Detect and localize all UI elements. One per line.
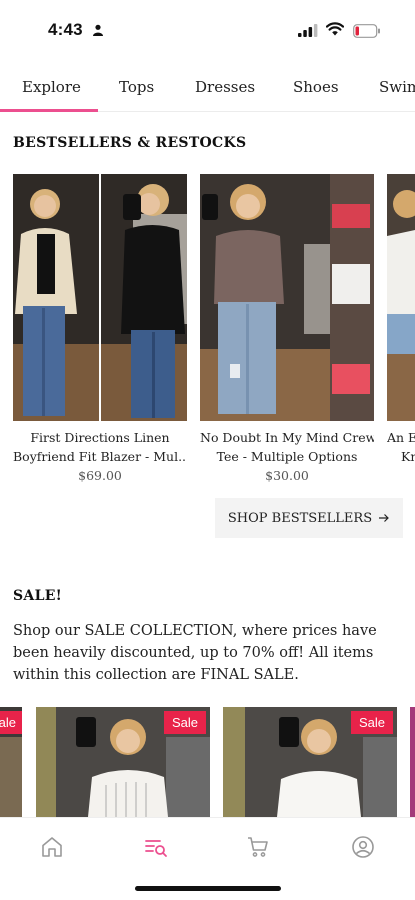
sale-badge: Sale	[350, 711, 393, 734]
wifi-icon	[326, 22, 344, 36]
product-price: $30.00	[265, 468, 309, 483]
product-photo	[13, 174, 187, 421]
tab-swim[interactable]: Swim	[379, 78, 415, 96]
status-bar: 4:43	[0, 0, 415, 62]
home-indicator	[135, 886, 281, 891]
shop-bestsellers-button[interactable]: SHOP BESTSELLERS	[215, 498, 403, 538]
browse-search-icon[interactable]	[144, 835, 168, 859]
product-image[interactable]	[200, 174, 374, 421]
product-photo	[200, 174, 374, 421]
shop-bestsellers-label: SHOP BESTSELLERS	[227, 510, 373, 526]
bestsellers-title: BESTSELLERS & RESTOCKS	[13, 135, 247, 151]
cart-icon[interactable]	[246, 835, 270, 859]
product-name[interactable]: No Doubt In My Mind Crew Tee - Multiple …	[200, 428, 374, 466]
product-photo	[410, 707, 415, 817]
sale-product-card[interactable]	[410, 707, 415, 817]
arrow-right-icon	[379, 514, 389, 522]
account-icon[interactable]	[351, 835, 375, 859]
sale-product-card[interactable]: Sale	[0, 707, 22, 817]
tab-tops[interactable]: Tops	[119, 78, 154, 96]
tab-dresses[interactable]: Dresses	[195, 78, 255, 96]
product-image[interactable]	[13, 174, 187, 421]
battery-icon	[353, 24, 380, 38]
cellular-signal-icon	[298, 24, 318, 37]
tab-explore[interactable]: Explore	[22, 78, 81, 96]
sale-badge: Sale	[0, 711, 22, 734]
product-image[interactable]	[387, 174, 415, 421]
status-time: 4:43	[48, 20, 83, 39]
sale-title: SALE!	[13, 588, 63, 604]
sale-badge: Sale	[163, 711, 206, 734]
product-name[interactable]: An E Kn	[387, 428, 415, 466]
product-photo	[387, 174, 415, 421]
category-tabs: Explore Tops Dresses Shoes Swim	[0, 62, 415, 112]
sale-description: Shop our SALE COLLECTION, where prices h…	[13, 623, 377, 683]
product-price: $69.00	[78, 468, 122, 483]
person-icon	[93, 24, 103, 36]
active-tab-indicator	[0, 109, 98, 112]
sale-product-card[interactable]: Sale	[36, 707, 210, 817]
home-icon[interactable]	[40, 835, 64, 859]
sale-product-card[interactable]: Sale	[223, 707, 397, 817]
product-name[interactable]: First Directions Linen Boyfriend Fit Bla…	[13, 428, 187, 466]
tab-shoes[interactable]: Shoes	[293, 78, 339, 96]
